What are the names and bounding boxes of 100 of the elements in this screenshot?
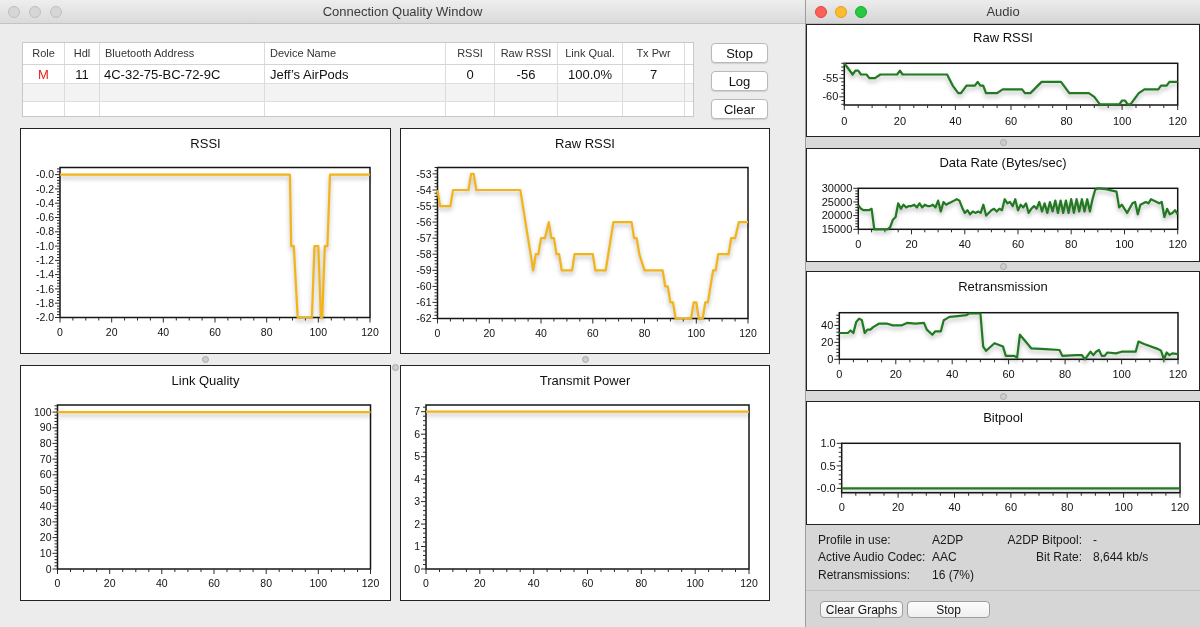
axis-tick-label: 30000 [821, 181, 853, 194]
axis-tick-label: 3 [414, 495, 420, 508]
axis-tick-label: 60 [39, 468, 52, 481]
axis-tick-label: 100 [1112, 115, 1132, 127]
close-button[interactable] [815, 5, 827, 18]
axis-tick-label: -1.8 [35, 296, 54, 309]
axis-tick-label: -57 [416, 231, 432, 244]
chart-title: Raw RSSI [973, 29, 1033, 48]
axis-tick-label: 20 [821, 336, 834, 348]
chart-title: Data Rate (Bytes/sec) [939, 154, 1067, 173]
axis-tick-label: 20000 [821, 209, 853, 222]
column-header[interactable]: Tx Pwr [623, 43, 685, 64]
axis-tick-label: 80 [638, 326, 651, 339]
axis-tick-label: 1 [414, 540, 420, 553]
axis-tick-label: -60 [822, 90, 839, 103]
axis-tick-label: 20 [891, 501, 905, 514]
stop-button[interactable]: Stop [907, 601, 990, 618]
axis-tick-label: 4 [414, 472, 420, 485]
clear-button[interactable]: Clear [711, 99, 768, 119]
chart-title: Retransmission [958, 278, 1048, 297]
axis-tick-label: 40 [527, 577, 540, 589]
axis-tick-label: 70 [39, 452, 52, 465]
axis-tick-label: -1.6 [35, 282, 54, 295]
axis-tick-label: 20 [39, 531, 52, 544]
axis-tick-label: 100 [1112, 367, 1131, 380]
stop-button[interactable]: Stop [711, 43, 768, 63]
info-value: 16 (7%) [932, 566, 975, 584]
clear-graphs-button[interactable]: Clear Graphs [820, 601, 903, 618]
info-value: 8,644 kb/s [1093, 549, 1149, 567]
log-button[interactable]: Log [711, 71, 768, 91]
zoom-button[interactable] [50, 5, 62, 18]
splitter-grip-icon[interactable] [999, 392, 1007, 400]
axis-tick-label: 60 [208, 577, 220, 589]
minimize-button[interactable] [835, 5, 847, 18]
axis-tick-label: 2 [414, 517, 420, 530]
axis-tick-label: 120 [740, 577, 758, 589]
chart-title: Bitpool [983, 409, 1023, 428]
window-title: Connection Quality Window [322, 2, 483, 21]
axis-tick-label: -56 [416, 215, 432, 228]
zoom-button[interactable] [855, 5, 867, 18]
axis-tick-label: -55 [416, 199, 432, 212]
minimize-button[interactable] [29, 5, 41, 18]
column-header[interactable]: Bluetooth Address [100, 43, 265, 64]
splitter-grip-icon[interactable] [999, 139, 1007, 146]
splitter-grip-icon[interactable] [392, 364, 399, 371]
axis-tick-label: -1.4 [35, 268, 54, 281]
column-header[interactable]: Raw RSSI [495, 43, 558, 64]
axis-tick-label: 100 [686, 577, 704, 589]
column-header[interactable]: Device Name [265, 43, 446, 64]
axis-tick-label: 0 [54, 577, 61, 589]
axis-tick-label: 120 [361, 325, 379, 338]
info-label: A2DP Bitpool: [1007, 531, 1082, 549]
axis-tick-label: 20 [905, 238, 918, 251]
axis-tick-label: 0 [423, 577, 429, 589]
splitter-grip-icon[interactable] [999, 263, 1007, 270]
axis-tick-label: -1.2 [35, 254, 54, 266]
axis-tick-label: 0 [838, 501, 845, 514]
axis-tick-label: 60 [1011, 238, 1025, 251]
axis-tick-label: -55 [822, 71, 839, 84]
splitter-grip-icon[interactable] [581, 356, 589, 363]
column-header[interactable]: Link Qual. [558, 43, 623, 64]
axis-tick-label: 15000 [821, 222, 853, 235]
axis-tick-label: 40 [155, 577, 168, 589]
axis-tick-label: 20 [473, 577, 486, 589]
axis-tick-label: 60 [581, 577, 594, 589]
axis-tick-label: 0 [836, 367, 843, 380]
axis-tick-label: 120 [361, 577, 380, 589]
axis-tick-label: 120 [1168, 238, 1187, 251]
axis-tick-label: 0 [414, 562, 420, 575]
axis-tick-label: -62 [416, 312, 432, 325]
axis-tick-label: 0 [45, 562, 52, 575]
chart-title: Link Quality [171, 372, 240, 391]
axis-tick-label: -59 [416, 263, 432, 276]
axis-tick-label: 80 [260, 325, 273, 338]
column-header[interactable]: Role [23, 43, 65, 64]
axis-tick-label: 0 [841, 115, 848, 127]
info-label: Profile in use: [818, 531, 891, 549]
axis-tick-label: 0 [57, 325, 63, 338]
axis-tick-label: -1.0 [35, 239, 54, 252]
axis-tick-label: 5 [414, 450, 420, 463]
axis-tick-label: 40 [946, 367, 959, 380]
axis-tick-label: 120 [1170, 501, 1190, 514]
info-value: AAC [932, 549, 957, 567]
window-title: Audio [986, 2, 1020, 21]
info-label: Active Audio Codec: [818, 549, 926, 567]
axis-tick-label: 40 [39, 499, 52, 512]
splitter-grip-icon[interactable] [202, 356, 209, 363]
axis-tick-label: 20 [483, 326, 496, 339]
axis-tick-label: 100 [33, 405, 52, 418]
axis-tick-label: -0.0 [816, 482, 836, 494]
close-button[interactable] [8, 5, 20, 18]
axis-tick-label: 80 [635, 577, 648, 589]
column-header[interactable]: RSSI [446, 43, 495, 64]
axis-tick-label: 60 [1004, 115, 1018, 127]
axis-tick-label: 100 [1115, 238, 1134, 251]
column-header[interactable]: Hdl [65, 43, 100, 64]
axis-tick-label: 0 [434, 326, 441, 339]
axis-tick-label: 1.0 [820, 436, 836, 449]
axis-tick-label: -0.6 [35, 211, 54, 224]
axis-tick-label: 50 [39, 484, 52, 497]
